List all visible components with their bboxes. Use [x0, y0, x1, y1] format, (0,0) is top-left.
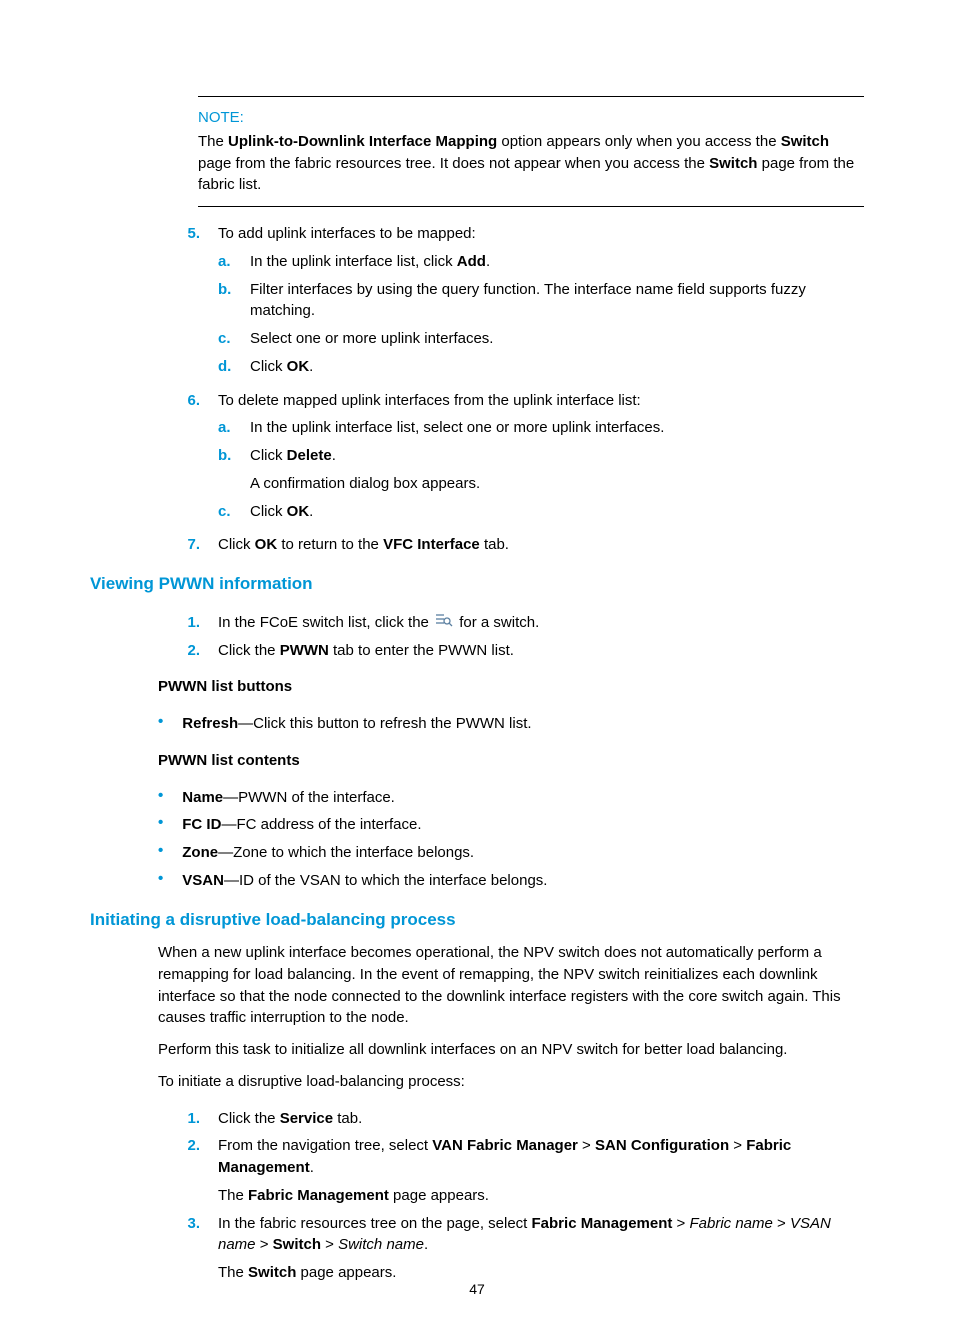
step-text: To delete mapped uplink interfaces from …: [218, 392, 641, 409]
substep-5a: a. In the uplink interface list, click A…: [218, 251, 864, 273]
load-step-2-result: The Fabric Management page appears.: [218, 1185, 864, 1207]
load-paragraph-2: Perform this task to initialize all down…: [158, 1039, 864, 1061]
bullet-icon: •: [90, 814, 182, 832]
bullet-name: • Name—PWWN of the interface.: [90, 787, 864, 809]
step-6-substeps: a. In the uplink interface list, select …: [218, 417, 864, 522]
bullet-icon: •: [90, 787, 182, 805]
step-number: 5.: [90, 223, 218, 245]
main-steps-list: 5. To add uplink interfaces to be mapped…: [90, 223, 864, 556]
load-paragraph-1: When a new uplink interface becomes oper…: [158, 942, 864, 1029]
bullet-refresh: • Refresh—Click this button to refresh t…: [90, 713, 864, 735]
load-step-2: 2. From the navigation tree, select VAN …: [90, 1135, 864, 1206]
substep-6c: c. Click OK.: [218, 501, 864, 523]
search-list-icon: [435, 612, 453, 634]
bullet-zone: • Zone—Zone to which the interface belon…: [90, 842, 864, 864]
substep-6a: a. In the uplink interface list, select …: [218, 417, 864, 439]
note-block: NOTE: The Uplink-to-Downlink Interface M…: [198, 96, 864, 207]
bullet-icon: •: [90, 870, 182, 888]
substep-5c: c. Select one or more uplink interfaces.: [218, 328, 864, 350]
note-label: NOTE:: [198, 107, 864, 129]
heading-load-balancing: Initiating a disruptive load-balancing p…: [90, 908, 864, 933]
step-7: 7. Click OK to return to the VFC Interfa…: [90, 534, 864, 556]
pwwn-buttons-header: PWWN list buttons: [158, 676, 864, 698]
pwwn-step-2: 2. Click the PWWN tab to enter the PWWN …: [90, 640, 864, 662]
load-steps-list: 1. Click the Service tab. 2. From the na…: [90, 1108, 864, 1284]
step-number: 7.: [90, 534, 218, 556]
load-step-1: 1. Click the Service tab.: [90, 1108, 864, 1130]
pwwn-contents-header: PWWN list contents: [158, 750, 864, 772]
bullet-vsan: • VSAN—ID of the VSAN to which the inter…: [90, 870, 864, 892]
bullet-icon: •: [90, 842, 182, 860]
pwwn-steps-list: 1. In the FCoE switch list, click the: [90, 612, 864, 662]
page-container: NOTE: The Uplink-to-Downlink Interface M…: [0, 0, 954, 1339]
load-step-3: 3. In the fabric resources tree on the p…: [90, 1213, 864, 1284]
step-5-substeps: a. In the uplink interface list, click A…: [218, 251, 864, 378]
note-body: The Uplink-to-Downlink Interface Mapping…: [198, 131, 864, 196]
bullet-icon: •: [90, 713, 182, 731]
pwwn-buttons-list: • Refresh—Click this button to refresh t…: [90, 713, 864, 735]
substep-6b: b. Click Delete. A confirmation dialog b…: [218, 445, 864, 495]
step-text: To add uplink interfaces to be mapped:: [218, 225, 476, 242]
step-5: 5. To add uplink interfaces to be mapped…: [90, 223, 864, 384]
substep-5d: d. Click OK.: [218, 356, 864, 378]
step-6: 6. To delete mapped uplink interfaces fr…: [90, 390, 864, 529]
substep-5b: b. Filter interfaces by using the query …: [218, 279, 864, 323]
load-paragraph-3: To initiate a disruptive load-balancing …: [158, 1071, 864, 1093]
bullet-fcid: • FC ID—FC address of the interface.: [90, 814, 864, 836]
step-number: 6.: [90, 390, 218, 412]
confirmation-note: A confirmation dialog box appears.: [250, 473, 864, 495]
heading-viewing-pwwn: Viewing PWWN information: [90, 572, 864, 597]
pwwn-step-1: 1. In the FCoE switch list, click the: [90, 612, 864, 634]
pwwn-contents-list: • Name—PWWN of the interface. • FC ID—FC…: [90, 787, 864, 892]
